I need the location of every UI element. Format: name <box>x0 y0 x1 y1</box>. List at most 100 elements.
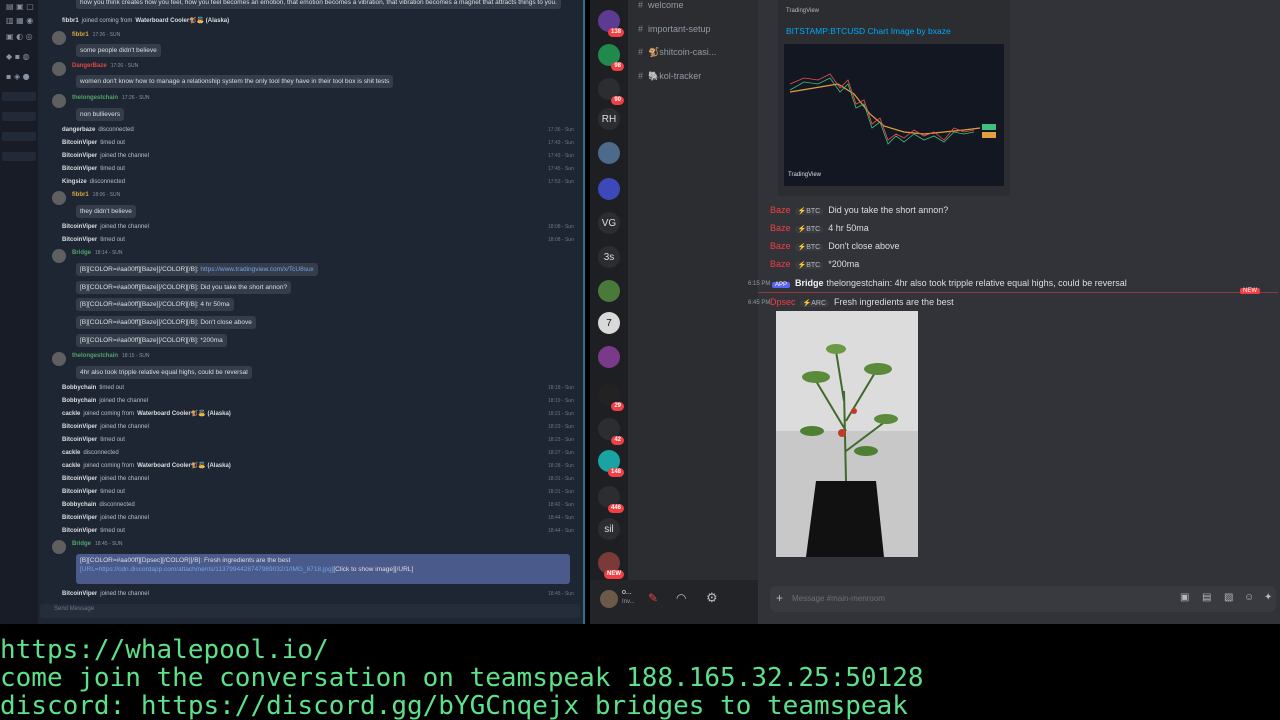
sidebar-item[interactable] <box>2 152 36 161</box>
settings-icon[interactable]: ⚙ <box>706 590 718 606</box>
server-icon[interactable] <box>598 142 620 164</box>
message-link-tail[interactable]: [Click to show image][/URL] <box>333 566 413 573</box>
event-user[interactable]: Kingsize <box>62 179 87 185</box>
event-text: disconnected <box>99 502 135 508</box>
avatar[interactable] <box>52 94 66 108</box>
apps-icon[interactable]: ✦ <box>1264 592 1272 603</box>
plant-photo[interactable] <box>776 311 918 557</box>
server-icon[interactable]: 29 <box>598 384 624 411</box>
avatar[interactable] <box>52 249 66 263</box>
mute-icon[interactable]: ✎ <box>648 591 658 605</box>
channel-item[interactable]: # 🐒shitcoin-casi... <box>638 47 716 58</box>
discord-message: Baze ⚡BTC *200ma <box>770 259 859 269</box>
system-event: BitcoinViper joined the channel 18:44 - Su… <box>62 514 580 523</box>
emoji-icon[interactable]: ☺ <box>1244 592 1254 603</box>
message-text: some people didn't believe <box>80 47 157 54</box>
event-user[interactable]: cackle <box>62 411 80 417</box>
avatar[interactable] <box>600 590 618 608</box>
event-user[interactable]: BitcoinViper <box>62 528 97 534</box>
event-user[interactable]: BitcoinViper <box>62 237 97 243</box>
system-event: BitcoinViper timed out 18:31 - Sun <box>62 488 580 497</box>
event-user[interactable]: BitcoinViper <box>62 515 97 521</box>
event-user[interactable]: BitcoinViper <box>62 489 97 495</box>
author-name[interactable]: DangerBaze 17:26 - SUN <box>72 62 138 71</box>
event-user[interactable]: dangerbaze <box>62 127 95 133</box>
server-icon[interactable]: 42 <box>598 418 624 445</box>
avatar[interactable] <box>52 540 66 554</box>
message-author[interactable]: Bridge <box>795 278 824 288</box>
channel-item[interactable]: # 🐘kol-tracker <box>638 71 701 82</box>
event-user[interactable]: BitcoinViper <box>62 424 97 430</box>
event-user[interactable]: Bobbychain <box>62 398 96 404</box>
server-icon[interactable]: 7 <box>598 312 620 334</box>
toolbar-icons-3[interactable]: ▣ ◐ ◎ <box>6 32 33 41</box>
toolbar-icons-4[interactable]: ◆ ▪ ◍ <box>6 52 30 61</box>
headphones-icon[interactable]: ◠ <box>676 591 686 605</box>
message-link[interactable]: https://www.tradingview.com/x/TcU8sux <box>200 266 313 273</box>
author-name[interactable]: Bridge 18:45 - SUN <box>72 540 123 549</box>
server-icon[interactable]: 148 <box>598 450 624 477</box>
server-icon[interactable]: 446 <box>598 486 624 513</box>
author-name[interactable]: fibbr1 17:26 - SUN <box>72 31 120 40</box>
server-icon[interactable]: 98 <box>598 44 624 71</box>
server-icon[interactable]: NEW <box>598 552 624 579</box>
server-icon[interactable]: 90 <box>598 78 624 105</box>
message-author[interactable]: Baze <box>770 259 791 269</box>
sticker-icon[interactable]: ▧ <box>1224 592 1233 603</box>
event-user[interactable]: BitcoinViper <box>62 140 97 146</box>
avatar[interactable] <box>52 31 66 45</box>
author-name[interactable]: Bridge 18:14 - SUN <box>72 249 123 258</box>
event-user[interactable]: BitcoinViper <box>62 166 97 172</box>
avatar[interactable] <box>52 191 66 205</box>
server-icon[interactable] <box>598 346 620 368</box>
event-user[interactable]: cackle <box>62 463 80 469</box>
gif-icon[interactable]: ▤ <box>1202 592 1211 603</box>
message-time: 17:26 - SUN <box>92 32 121 38</box>
message-composer[interactable]: + Message #main-menroom ▣ ▤ ▧ ☺ ✦ <box>770 586 1276 612</box>
server-icon[interactable]: 138 <box>598 10 624 37</box>
system-event: BitcoinViper timed out 18:08 - Sun <box>62 236 580 245</box>
event-user[interactable]: BitcoinViper <box>62 591 97 597</box>
event-time: 18:08 - Sun <box>548 237 574 243</box>
event-user[interactable]: cackle <box>62 450 80 456</box>
event-user[interactable]: BitcoinViper <box>62 153 97 159</box>
toolbar-icons-2[interactable]: ▥ ▦ ◉ <box>6 16 33 25</box>
channel-item[interactable]: # welcome <box>638 0 684 10</box>
event-user[interactable]: BitcoinViper <box>62 476 97 482</box>
server-icon[interactable]: 3s <box>598 246 620 268</box>
toolbar-icons-5[interactable]: ▪ ◈ ● <box>6 72 30 81</box>
event-user[interactable]: BitcoinViper <box>62 437 97 443</box>
gift-icon[interactable]: ▣ <box>1180 592 1189 603</box>
sidebar-item[interactable] <box>2 132 36 141</box>
embed-title[interactable]: BITSTAMP:BTCUSD Chart Image by bxaze <box>786 26 951 36</box>
message-author[interactable]: Dpsec <box>770 297 796 307</box>
chart-thumbnail[interactable] <box>784 44 1004 186</box>
event-user[interactable]: Bobbychain <box>62 385 96 391</box>
message-author[interactable]: Baze <box>770 241 791 251</box>
unread-badge: 148 <box>607 468 624 477</box>
event-time: 18:21 - Sun <box>548 411 574 417</box>
author-name[interactable]: thelongestchain 17:26 - SUN <box>72 94 150 103</box>
channel-item[interactable]: # important-setup <box>638 24 711 34</box>
server-icon[interactable] <box>598 178 620 200</box>
add-attachment-icon[interactable]: + <box>776 591 783 605</box>
message-author[interactable]: Baze <box>770 205 791 215</box>
author-name[interactable]: fibbr1 18:06 - SUN <box>72 191 120 200</box>
message-input[interactable]: Send Message <box>40 604 580 618</box>
event-user[interactable]: Bobbychain <box>62 502 96 508</box>
sidebar-item[interactable] <box>2 112 36 121</box>
server-icon[interactable]: VG <box>598 212 620 234</box>
message-bubble: non bullievers <box>76 108 125 121</box>
server-icon[interactable]: sil <box>598 518 620 540</box>
avatar[interactable] <box>52 352 66 366</box>
message-author[interactable]: Baze <box>770 223 791 233</box>
event-user[interactable]: fibbr1 <box>62 18 79 24</box>
message-link[interactable]: [URL=https://cdn.discordapp.com/attachme… <box>80 566 333 573</box>
server-icon[interactable]: RH <box>598 108 620 130</box>
toolbar-icons[interactable]: ▤ ▣ ▢ <box>6 2 34 11</box>
event-user[interactable]: BitcoinViper <box>62 224 97 230</box>
server-icon[interactable] <box>598 280 620 302</box>
avatar[interactable] <box>52 62 66 76</box>
author-name[interactable]: thelongestchain 18:15 - SUN <box>72 352 150 361</box>
sidebar-item[interactable] <box>2 92 36 101</box>
